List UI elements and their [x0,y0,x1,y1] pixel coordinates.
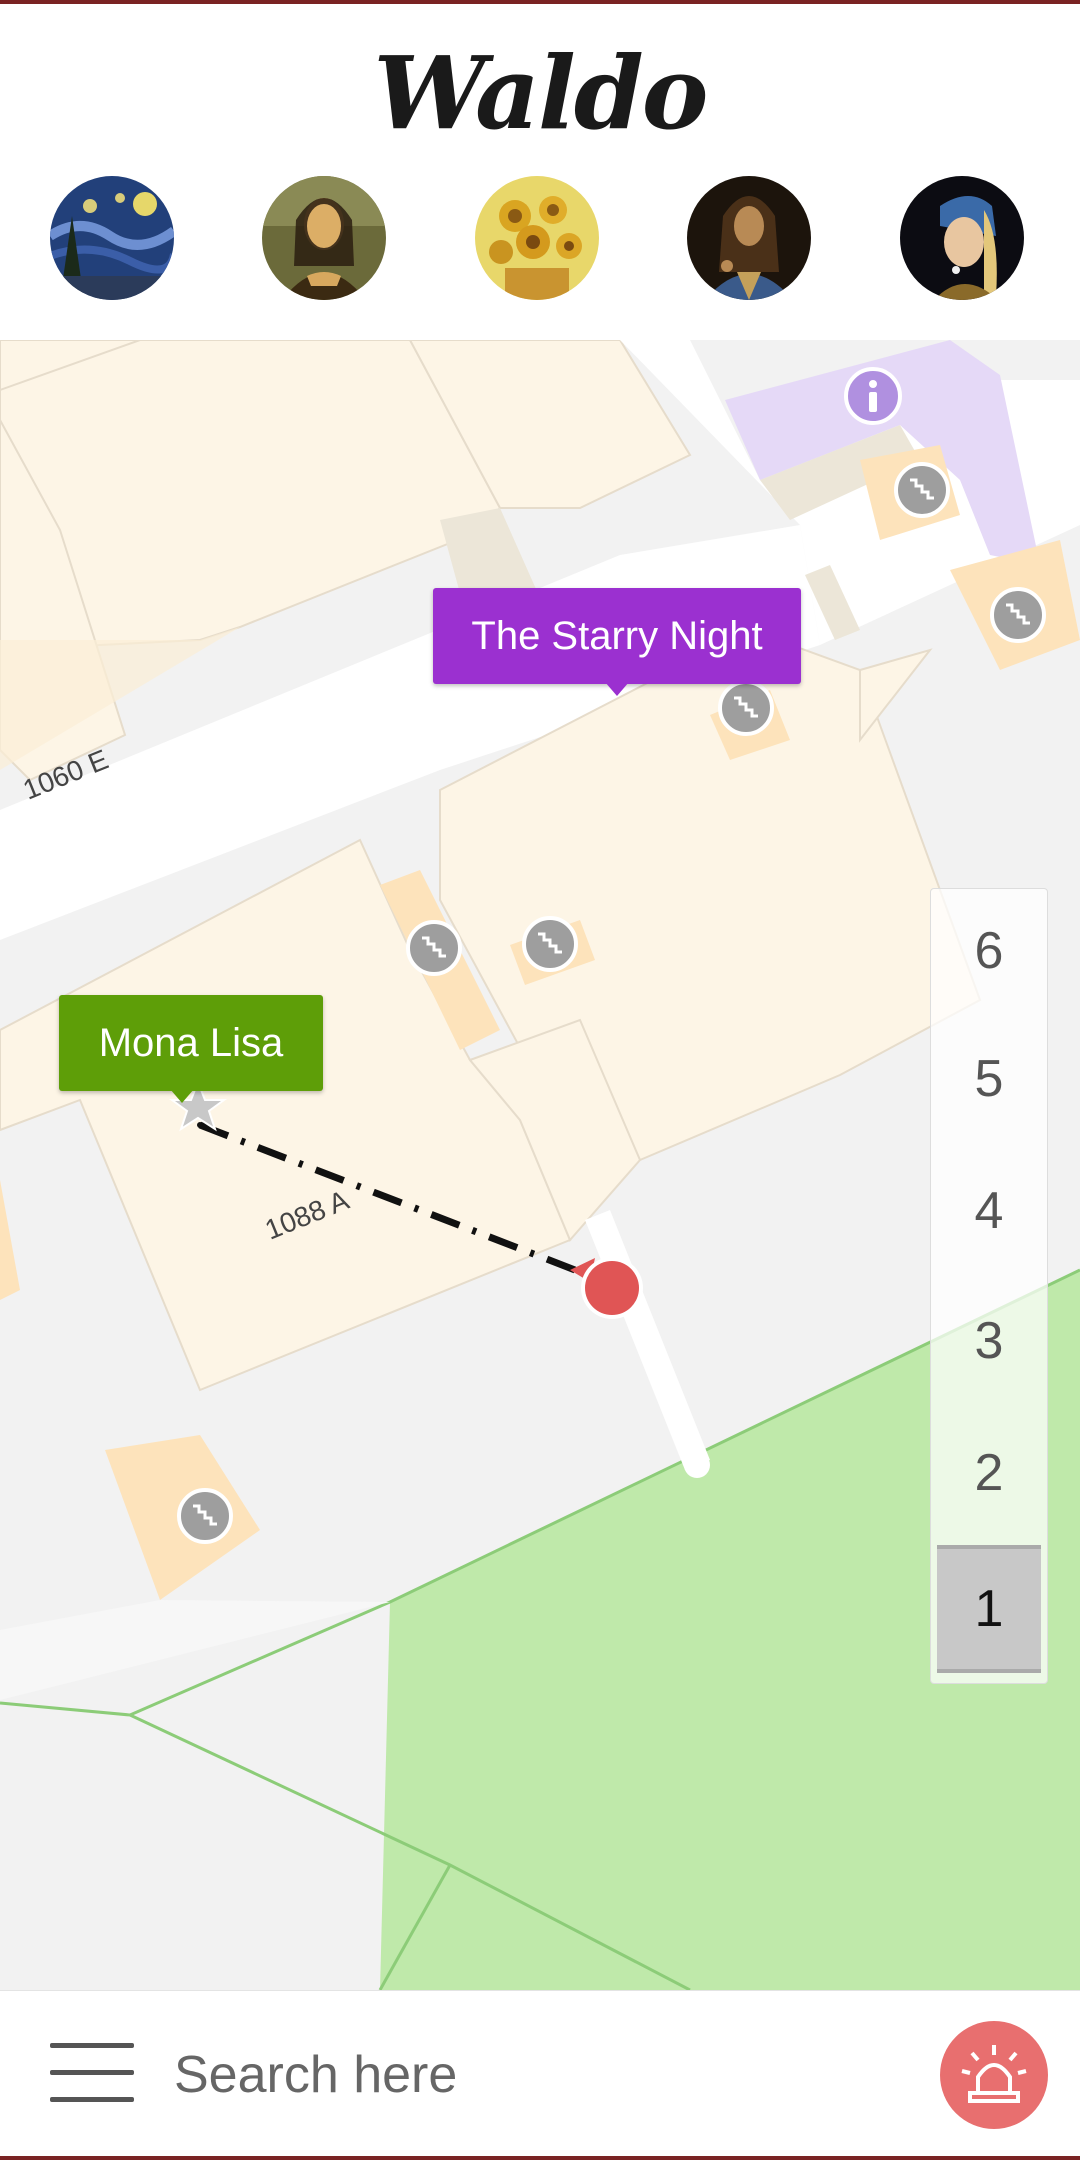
mona-lisa-marker[interactable]: Mona Lisa [59,995,323,1091]
salvator-mundi-thumbnail[interactable] [687,176,811,300]
indoor-map[interactable]: 1060 E 1088 A The Starry Night Mona Lisa [0,340,1080,1990]
stairs-icon [406,920,462,976]
floor-2-button[interactable]: 2 [937,1413,1041,1533]
siren-icon [961,2045,1027,2103]
app-header: Waldo [0,4,1080,340]
search-input[interactable] [172,2033,816,2117]
sunflowers-thumbnail[interactable] [475,176,599,300]
floor-1-button[interactable]: 1 [937,1545,1041,1673]
floor-4-button[interactable]: 4 [937,1151,1041,1271]
floor-5-button[interactable]: 5 [937,1019,1041,1139]
search-bar [0,1990,1080,2157]
mona-lisa-marker-label: Mona Lisa [98,1020,284,1065]
info-icon[interactable] [844,367,902,425]
stairs-icon [990,587,1046,643]
pearl-earring-thumbnail[interactable] [900,176,1024,300]
stairs-icon [894,462,950,518]
app-title: Waldo [373,34,708,152]
starry-night-thumbnail[interactable] [50,176,174,300]
stairs-icon [522,916,578,972]
artwork-thumbnails [0,176,1080,306]
emergency-alert-button[interactable] [940,2021,1048,2129]
starry-night-marker-pointer [605,682,629,696]
stairs-icon [177,1488,233,1544]
menu-icon[interactable] [50,2043,134,2103]
mona-lisa-marker-pointer [170,1089,194,1103]
starry-night-marker-label: The Starry Night [471,613,763,658]
floor-picker: 6 5 4 3 2 1 [930,888,1048,1684]
mona-lisa-thumbnail[interactable] [262,176,386,300]
stairs-icon [718,680,774,736]
bottom-accent-bar [0,2156,1080,2160]
floor-3-button[interactable]: 3 [937,1281,1041,1401]
starry-night-marker[interactable]: The Starry Night [433,588,801,684]
floor-6-button[interactable]: 6 [937,891,1041,1011]
